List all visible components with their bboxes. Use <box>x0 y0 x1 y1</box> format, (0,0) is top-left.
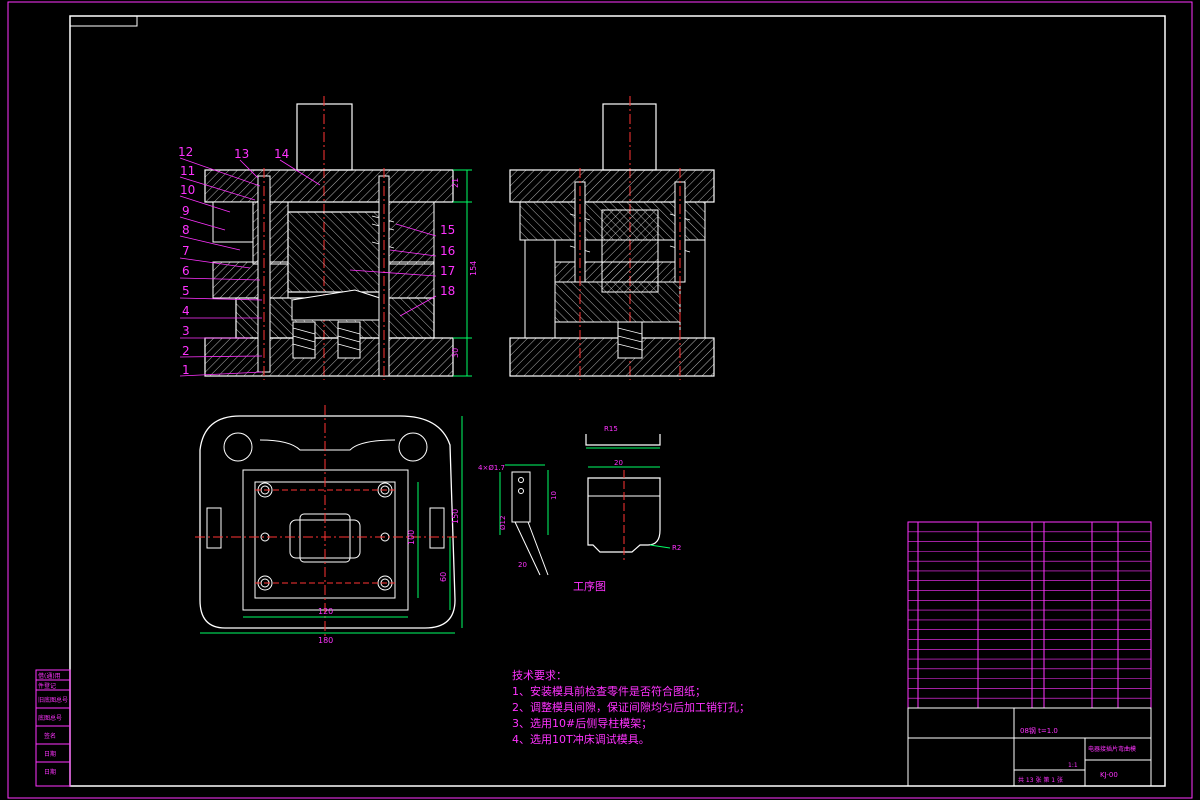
tech-item-2: 2、调整模具间隙，保证间隙均匀后加工销钉孔； <box>512 701 750 714</box>
part-num-5: 5 <box>182 284 190 298</box>
tech-title: 技术要求： <box>512 669 567 682</box>
part-num-1: 1 <box>182 363 190 377</box>
part-num-14: 14 <box>274 147 289 161</box>
dim-r15: R15 <box>604 425 618 433</box>
part-num-18: 18 <box>440 284 455 298</box>
part-num-3: 3 <box>182 324 190 338</box>
drawing-number: KJ-00 <box>1100 771 1118 779</box>
dim-holes: 4×Ø1.7 <box>478 464 505 472</box>
sheet-info: 共 13 张 第 1 张 <box>1018 776 1063 784</box>
strip-2: 件登记 <box>38 682 56 690</box>
material-line: 08钢 t=1.0 <box>1020 726 1058 735</box>
part-num-12: 12 <box>178 145 193 159</box>
tech-item-1: 1、安装模具前检查零件是否符合图纸； <box>512 685 706 698</box>
dim-plan-height: 150 <box>451 509 460 524</box>
part-num-15: 15 <box>440 223 455 237</box>
left-strip: 借(通)用 件登记 旧底图总号 底图总号 签名 日期 日期 <box>35 669 71 787</box>
dim-d1: Ø12 <box>499 516 507 530</box>
strip-4: 底图总号 <box>38 714 62 722</box>
tech-requirements: 技术要求： 1、安装模具前检查零件是否符合图纸； 2、调整模具间隙，保证间隙均匀… <box>512 668 750 748</box>
part-num-8: 8 <box>182 223 190 237</box>
title-block: 08钢 t=1.0 电器接插片弯曲模 KJ-00 1:1 共 13 张 第 1 … <box>907 521 1152 787</box>
dim-d3: 20 <box>518 561 527 569</box>
part-num-7: 7 <box>182 244 190 258</box>
part-num-6: 6 <box>182 264 190 278</box>
tech-item-4: 4、选用10T冲床调试模具。 <box>512 733 650 746</box>
process-drawing: R15 20 R2 <box>585 425 681 560</box>
part-num-16: 16 <box>440 244 455 258</box>
part-num-2: 2 <box>182 344 190 358</box>
part-name: 电器接插片弯曲模 <box>1088 745 1136 753</box>
part-num-9: 9 <box>182 204 190 218</box>
dim-plan-offset: 60 <box>439 572 448 582</box>
part-num-17: 17 <box>440 264 455 278</box>
front-section-view: 154 21 30 <box>204 96 478 380</box>
dim-plan-width: 180 <box>318 636 333 645</box>
dim-r2: R2 <box>672 544 681 552</box>
dim-w20: 20 <box>614 459 623 467</box>
tech-item-3: 3、选用10#后侧导柱模架； <box>512 717 653 730</box>
dim-d2: 10 <box>550 491 558 500</box>
scale: 1:1 <box>1068 762 1078 769</box>
part-num-11: 11 <box>180 164 195 178</box>
strip-6: 日期 <box>44 750 56 758</box>
part-num-4: 4 <box>182 304 190 318</box>
strip-7: 日期 <box>44 768 56 776</box>
process-label: 工序图 <box>573 579 606 593</box>
dim-bottom: 30 <box>451 348 460 358</box>
corner-box <box>69 15 138 27</box>
dim-plan-inner-height: 100 <box>407 530 416 545</box>
part-num-13: 13 <box>234 147 249 161</box>
strip-5: 签名 <box>44 732 56 740</box>
strip-3: 旧底图总号 <box>38 696 68 704</box>
part-drawing: 4×Ø1.7 Ø12 10 20 <box>478 464 558 576</box>
dim-total-height: 154 <box>469 261 478 276</box>
strip-1: 借(通)用 <box>38 672 61 680</box>
plan-view: 180 120 150 100 60 <box>195 405 463 645</box>
part-num-10: 10 <box>180 183 195 197</box>
dim-top: 21 <box>451 178 460 188</box>
side-section-view <box>509 96 715 380</box>
dim-plan-inner-width: 120 <box>318 607 333 616</box>
